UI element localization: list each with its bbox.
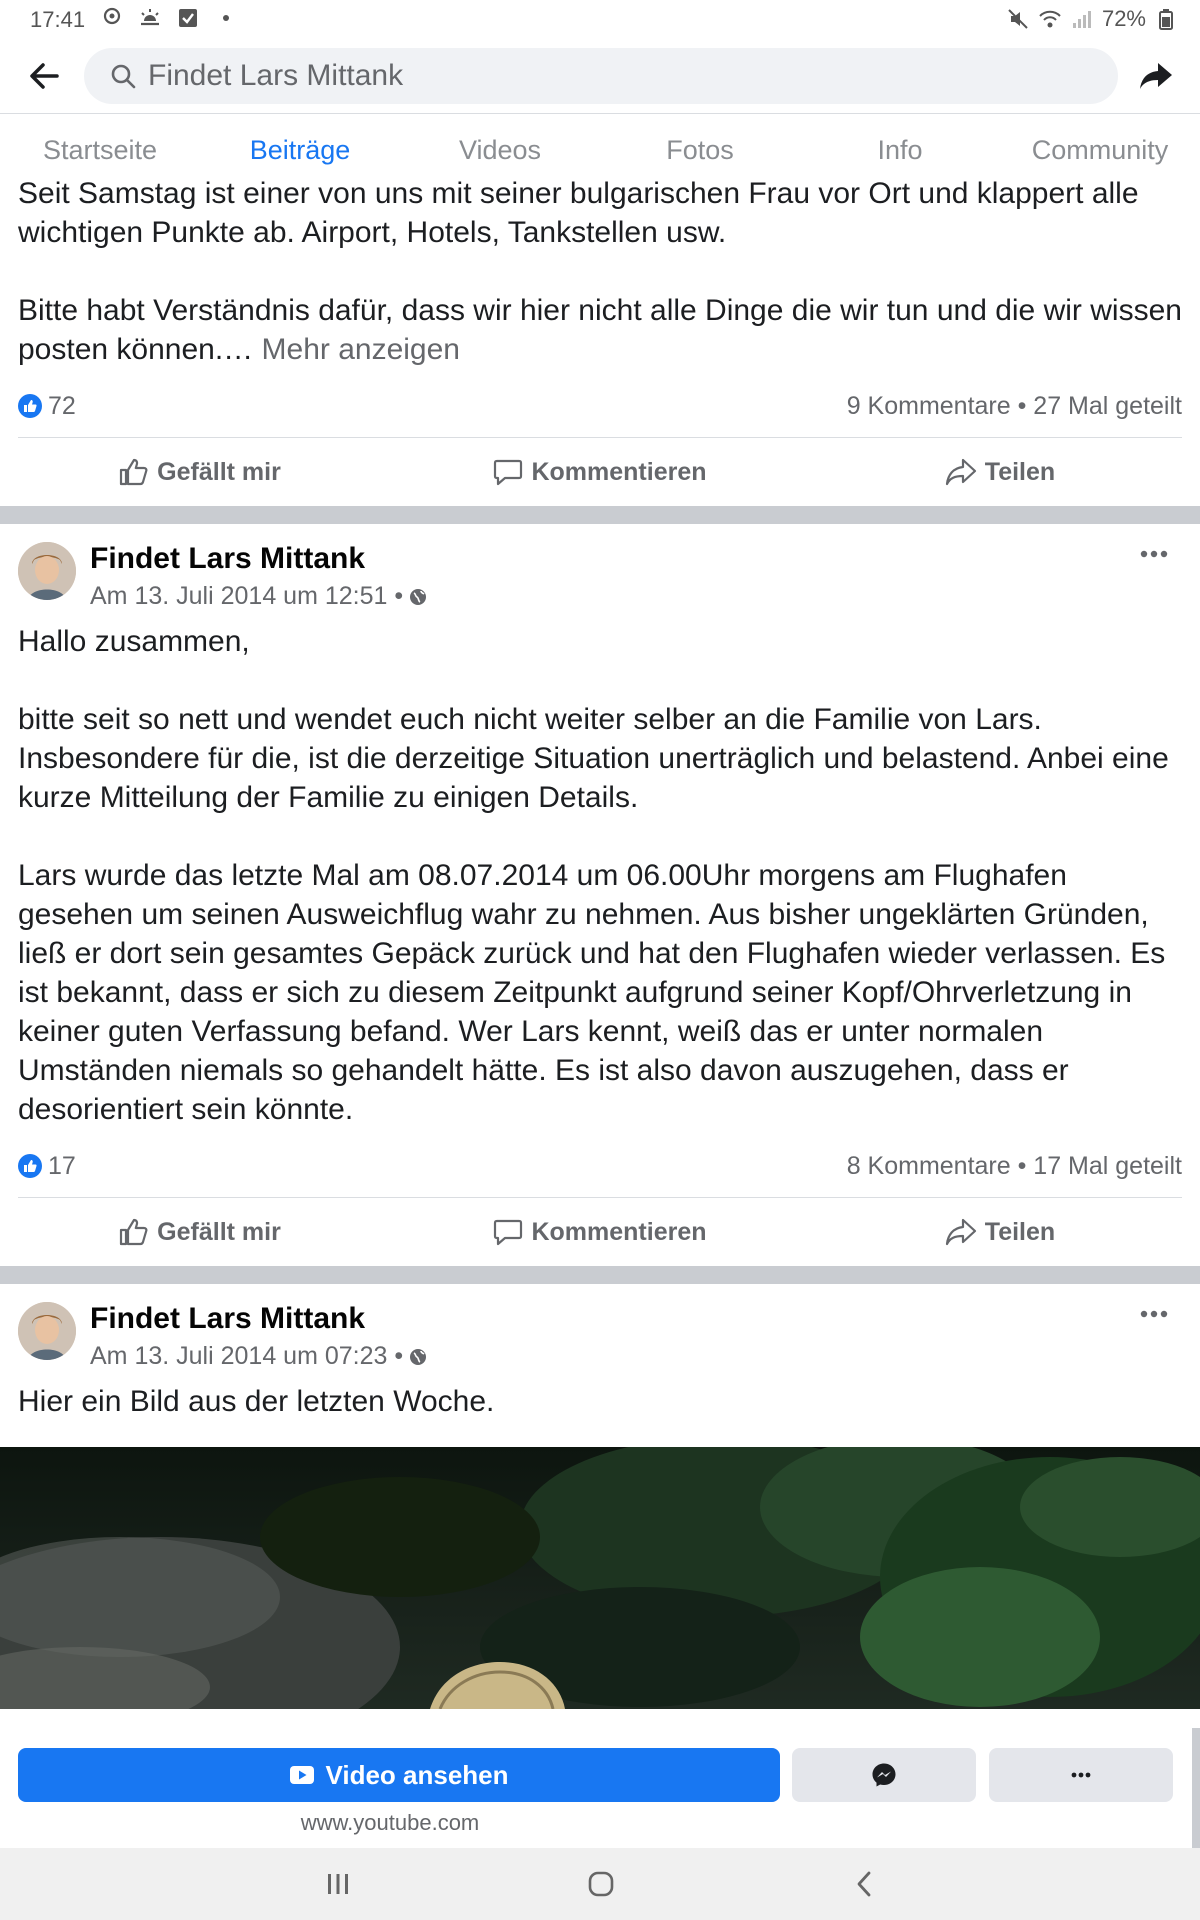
post-photo[interactable] (0, 1447, 1200, 1709)
post: Findet Lars Mittank Am 13. Juli 2014 um … (0, 1284, 1200, 1709)
post-options-button[interactable] (1134, 1302, 1174, 1326)
dot-icon (214, 6, 238, 30)
post-separator (0, 506, 1200, 524)
like-button[interactable]: Gefällt mir (0, 1218, 400, 1247)
share-icon (945, 1218, 976, 1246)
system-indicators: 72% (1006, 6, 1178, 32)
video-link-bar: Video ansehen www.youtube.com (0, 1728, 1200, 1848)
post-header: Findet Lars Mittank Am 13. Juli 2014 um … (0, 1284, 1200, 1380)
post-paragraph: Hier ein Bild aus der letzten Woche. (18, 1385, 495, 1418)
mute-icon (1006, 7, 1030, 31)
send-messenger-button[interactable] (792, 1748, 976, 1802)
post-paragraph: Lars wurde das letzte Mal am 08.07.2014 … (18, 859, 1166, 1126)
comment-button[interactable]: Kommentieren (400, 1218, 800, 1247)
post-paragraph: bitte seit so nett und wendet euch nicht… (18, 703, 1169, 814)
search-input[interactable] (148, 59, 1048, 93)
back-arrow-icon (30, 63, 59, 89)
search-header (0, 38, 1200, 114)
wifi-icon (1038, 7, 1062, 31)
weather-icon (138, 6, 162, 30)
status-bar: 17:41 72% (0, 0, 1200, 38)
youtube-play-icon (290, 1766, 315, 1784)
thumbs-up-icon (120, 458, 148, 486)
search-icon (111, 64, 136, 89)
post-separator (0, 1266, 1200, 1284)
comment-share-count[interactable]: 9 Kommentare • 27 Mal geteilt (847, 392, 1182, 421)
signal-icon (1070, 7, 1094, 31)
like-count: 17 (48, 1151, 76, 1180)
post-options-button[interactable] (1134, 542, 1174, 566)
more-dots-icon (1140, 1310, 1168, 1318)
share-button[interactable]: Teilen (800, 458, 1200, 487)
post: Findet Lars Mittank Am 13. Juli 2014 um … (0, 524, 1200, 1266)
comment-share-count[interactable]: 8 Kommentare • 17 Mal geteilt (847, 1152, 1182, 1181)
post-paragraph: Hallo zusammen, (18, 625, 250, 658)
like-count: 72 (48, 391, 76, 420)
more-options-button[interactable] (989, 1748, 1173, 1802)
post-paragraph: Bitte habt Verständnis dafür, dass wir h… (18, 294, 1182, 366)
globe-icon (410, 1348, 427, 1365)
search-field[interactable] (84, 48, 1118, 104)
post-stats: 72 9 Kommentare • 27 Mal geteilt (0, 375, 1200, 437)
status-time: 17:41 (30, 7, 86, 32)
home-button[interactable] (571, 1860, 631, 1908)
see-more-link[interactable]: Mehr anzeigen (262, 333, 460, 366)
like-badge-icon (18, 394, 42, 418)
nav-home-icon (588, 1871, 614, 1897)
back-button[interactable] (22, 56, 66, 96)
notification-icons (100, 6, 238, 30)
checkbox-icon (176, 6, 200, 30)
posts-feed: Seit Samstag ist einer von uns mit seine… (0, 174, 1200, 1709)
post-stats: 17 8 Kommentare • 17 Mal geteilt (0, 1135, 1200, 1197)
post-author[interactable]: Findet Lars Mittank (90, 542, 365, 576)
avatar[interactable] (18, 1302, 76, 1360)
comment-button[interactable]: Kommentieren (400, 458, 800, 487)
post-timestamp[interactable]: Am 13. Juli 2014 um 07:23 • (90, 1342, 427, 1371)
share-page-button[interactable] (1134, 54, 1178, 98)
share-icon (945, 458, 976, 486)
reactions[interactable]: 17 (18, 1152, 76, 1181)
comment-icon (494, 459, 523, 486)
post-text: Hier ein Bild aus der letzten Woche. (0, 1382, 1200, 1421)
share-button[interactable]: Teilen (800, 1218, 1200, 1247)
nav-back-icon (857, 1871, 871, 1897)
post-author[interactable]: Findet Lars Mittank (90, 1302, 365, 1336)
nav-recents-icon (328, 1874, 348, 1894)
system-back-button[interactable] (834, 1860, 894, 1908)
post-header: Findet Lars Mittank Am 13. Juli 2014 um … (0, 524, 1200, 620)
post: Seit Samstag ist einer von uns mit seine… (0, 174, 1200, 506)
scrollbar[interactable] (1192, 1728, 1200, 1848)
avatar[interactable] (18, 542, 76, 600)
more-dots-icon (1071, 1772, 1091, 1778)
like-button[interactable]: Gefällt mir (0, 458, 400, 487)
post-actions: Gefällt mir Kommentieren Teilen (0, 438, 1200, 506)
reactions[interactable]: 72 (18, 392, 76, 421)
location-pin-icon (100, 6, 124, 30)
like-badge-icon (18, 1154, 42, 1178)
link-domain: www.youtube.com (300, 1810, 480, 1835)
thumbs-up-icon (120, 1218, 148, 1246)
battery-percent: 72% (1101, 6, 1146, 31)
battery-icon (1154, 7, 1178, 31)
watch-video-button[interactable]: Video ansehen (18, 1748, 780, 1802)
post-actions: Gefällt mir Kommentieren Teilen (0, 1198, 1200, 1266)
globe-icon (410, 588, 427, 605)
post-timestamp[interactable]: Am 13. Juli 2014 um 12:51 • (90, 582, 427, 611)
share-arrow-icon (1140, 63, 1172, 89)
more-dots-icon (1140, 550, 1168, 558)
post-text: Seit Samstag ist einer von uns mit seine… (0, 174, 1200, 369)
messenger-icon (872, 1763, 896, 1787)
recent-apps-button[interactable] (308, 1860, 368, 1908)
system-navigation-bar (0, 1848, 1200, 1920)
comment-icon (494, 1219, 523, 1246)
post-paragraph: Seit Samstag ist einer von uns mit seine… (18, 177, 1139, 249)
post-text: Hallo zusammen, bitte seit so nett und w… (0, 622, 1200, 1129)
